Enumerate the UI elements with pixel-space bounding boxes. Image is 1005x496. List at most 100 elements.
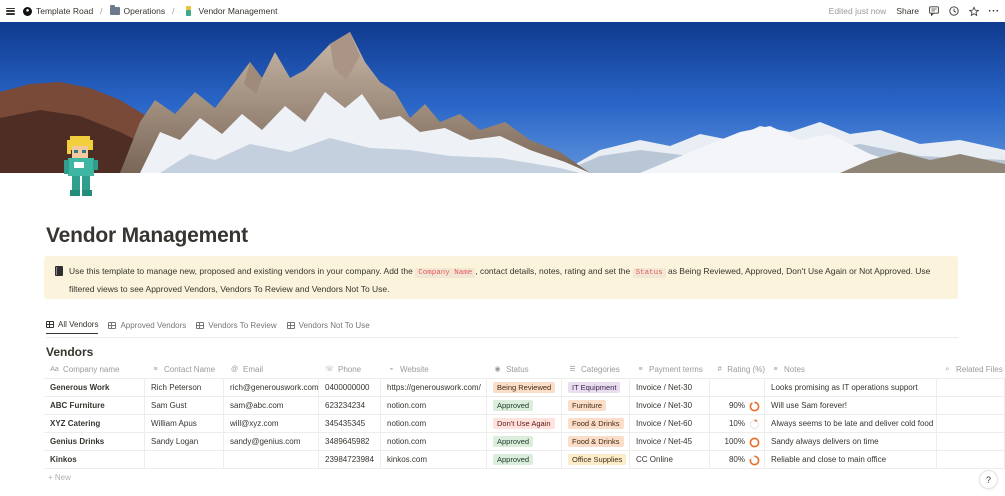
cell-categories[interactable]: Furniture bbox=[562, 397, 630, 415]
table-icon bbox=[196, 321, 205, 329]
cell-contact-name[interactable] bbox=[145, 451, 224, 469]
cell-categories[interactable]: IT Equipment bbox=[562, 379, 630, 397]
text-property-icon: ≡ bbox=[773, 366, 778, 373]
cell-related-files[interactable] bbox=[937, 451, 1005, 469]
callout-block[interactable]: Use this template to manage new, propose… bbox=[44, 256, 958, 299]
cell-payment-terms[interactable]: Invoice / Net-30 bbox=[630, 379, 710, 397]
cell-status[interactable]: Approved bbox=[487, 451, 562, 469]
help-button[interactable]: ? bbox=[980, 471, 997, 488]
cell-company-name[interactable]: Kinkos bbox=[44, 451, 145, 469]
column-header-status[interactable]: ◉ Status bbox=[487, 361, 562, 379]
cell-contact-name[interactable]: Sandy Logan bbox=[145, 433, 224, 451]
cell-payment-terms[interactable]: Invoice / Net-30 bbox=[630, 397, 710, 415]
table-body: Generous Work Rich Peterson rich@generousw… bbox=[44, 379, 1005, 469]
menu-icon[interactable] bbox=[6, 7, 15, 15]
cell-phone[interactable]: 345435345 bbox=[319, 415, 381, 433]
cell-website[interactable]: kinkos.com bbox=[381, 451, 487, 469]
cell-rating[interactable] bbox=[710, 379, 765, 397]
breadcrumb-item-operations[interactable]: Operations bbox=[124, 6, 166, 16]
cell-related-files[interactable] bbox=[937, 379, 1005, 397]
cell-status[interactable]: Approved bbox=[487, 433, 562, 451]
cell-website[interactable]: notion.com bbox=[381, 415, 487, 433]
page-icon-avatar[interactable] bbox=[62, 134, 100, 200]
cell-categories[interactable]: Food & Drinks bbox=[562, 415, 630, 433]
cell-company-name[interactable]: Generous Work bbox=[44, 379, 145, 397]
cell-email[interactable]: sandy@genius.com bbox=[224, 433, 319, 451]
cell-website[interactable]: notion.com bbox=[381, 433, 487, 451]
cell-email[interactable]: rich@generouswork.com bbox=[224, 379, 319, 397]
history-icon[interactable] bbox=[949, 6, 959, 16]
cell-notes[interactable]: Reliable and close to main office bbox=[765, 451, 937, 469]
column-header-company-name[interactable]: Aa Company name bbox=[44, 361, 145, 379]
cell-status[interactable]: Being Reviewed bbox=[487, 379, 562, 397]
cell-payment-terms[interactable]: Invoice / Net-60 bbox=[630, 415, 710, 433]
database-title[interactable]: Vendors bbox=[46, 345, 93, 359]
tab-approved-vendors[interactable]: Approved Vendors bbox=[108, 320, 186, 334]
cell-phone[interactable]: 23984723984 bbox=[319, 451, 381, 469]
cell-categories[interactable]: Office Supplies bbox=[562, 451, 630, 469]
category-tag: Office Supplies bbox=[568, 454, 627, 465]
cell-notes[interactable]: Will use Sam forever! bbox=[765, 397, 937, 415]
rating-ring-icon bbox=[749, 437, 760, 447]
table-header: Aa Company name ≡ Contact Name @ Email ☏ Pho… bbox=[44, 361, 1005, 379]
table-row[interactable]: XYZ Catering William Apus will@xyz.com 3454… bbox=[44, 415, 1005, 433]
cell-phone[interactable]: 0400000000 bbox=[319, 379, 381, 397]
table-row[interactable]: Genius Drinks Sandy Logan sandy@genius.com… bbox=[44, 433, 1005, 451]
tab-vendors-to-review[interactable]: Vendors To Review bbox=[196, 320, 277, 334]
column-header-website[interactable]: ⌁ Website bbox=[381, 361, 487, 379]
cell-rating[interactable]: 100% bbox=[710, 433, 765, 451]
cell-contact-name[interactable]: William Apus bbox=[145, 415, 224, 433]
star-icon[interactable] bbox=[969, 5, 979, 16]
cell-related-files[interactable] bbox=[937, 415, 1005, 433]
cell-phone[interactable]: 3489645982 bbox=[319, 433, 381, 451]
cell-related-files[interactable] bbox=[937, 433, 1005, 451]
breadcrumb-item-template-road[interactable]: Template Road bbox=[36, 6, 93, 16]
cell-email[interactable]: will@xyz.com bbox=[224, 415, 319, 433]
cell-company-name[interactable]: XYZ Catering bbox=[44, 415, 145, 433]
cell-rating[interactable]: 80% bbox=[710, 451, 765, 469]
new-row-button[interactable]: + New bbox=[48, 473, 71, 482]
folder-icon bbox=[109, 5, 120, 15]
table-row[interactable]: Kinkos 23984723984 kinkos.com Approved Offic… bbox=[44, 451, 1005, 469]
column-header-email[interactable]: @ Email bbox=[224, 361, 319, 379]
column-header-rating[interactable]: # Rating (%) bbox=[710, 361, 765, 379]
cell-status[interactable]: Don't Use Again bbox=[487, 415, 562, 433]
column-header-related-files[interactable]: ⌕ Related Files bbox=[937, 361, 1005, 379]
cell-payment-terms[interactable]: CC Online bbox=[630, 451, 710, 469]
cell-categories[interactable]: Food & Drinks bbox=[562, 433, 630, 451]
cell-related-files[interactable] bbox=[937, 397, 1005, 415]
callout-text: Use this template to manage new, propose… bbox=[69, 266, 931, 294]
tab-vendors-not-to-use[interactable]: Vendors Not To Use bbox=[286, 320, 370, 334]
cell-notes[interactable]: Sandy always delivers on time bbox=[765, 433, 937, 451]
cell-contact-name[interactable]: Rich Peterson bbox=[145, 379, 224, 397]
cell-payment-terms[interactable]: Invoice / Net-45 bbox=[630, 433, 710, 451]
cell-notes[interactable]: Looks promising as IT operations support bbox=[765, 379, 937, 397]
category-tag: Food & Drinks bbox=[568, 418, 624, 429]
cell-phone[interactable]: 623234234 bbox=[319, 397, 381, 415]
column-header-notes[interactable]: ≡ Notes bbox=[765, 361, 937, 379]
cell-contact-name[interactable]: Sam Gust bbox=[145, 397, 224, 415]
comment-icon[interactable] bbox=[929, 6, 939, 16]
table-row[interactable]: Generous Work Rich Peterson rich@generousw… bbox=[44, 379, 1005, 397]
column-header-phone[interactable]: ☏ Phone bbox=[319, 361, 381, 379]
cell-website[interactable]: notion.com bbox=[381, 397, 487, 415]
rating-ring-icon bbox=[749, 401, 760, 411]
cell-email[interactable] bbox=[224, 451, 319, 469]
cell-rating[interactable]: 10% bbox=[710, 415, 765, 433]
tab-all-vendors[interactable]: All Vendors bbox=[46, 320, 99, 334]
column-header-categories[interactable]: ☰ Categories bbox=[562, 361, 630, 379]
page-title[interactable]: Vendor Management bbox=[46, 224, 248, 248]
cell-notes[interactable]: Always seems to be late and deliver cold… bbox=[765, 415, 937, 433]
column-header-payment-terms[interactable]: ≡ Payment terms bbox=[630, 361, 710, 379]
cell-company-name[interactable]: ABC Furniture bbox=[44, 397, 145, 415]
column-header-contact-name[interactable]: ≡ Contact Name bbox=[145, 361, 224, 379]
cell-company-name[interactable]: Genius Drinks bbox=[44, 433, 145, 451]
cell-website[interactable]: https://generouswork.com/ bbox=[381, 379, 487, 397]
cell-email[interactable]: sam@abc.com bbox=[224, 397, 319, 415]
cell-rating[interactable]: 90% bbox=[710, 397, 765, 415]
breadcrumb-item-vendor-management[interactable]: Vendor Management bbox=[199, 6, 278, 16]
more-icon[interactable]: ··· bbox=[988, 6, 999, 17]
share-button[interactable]: Share bbox=[896, 6, 919, 16]
cell-status[interactable]: Approved bbox=[487, 397, 562, 415]
table-row[interactable]: ABC Furniture Sam Gust sam@abc.com 62323423… bbox=[44, 397, 1005, 415]
